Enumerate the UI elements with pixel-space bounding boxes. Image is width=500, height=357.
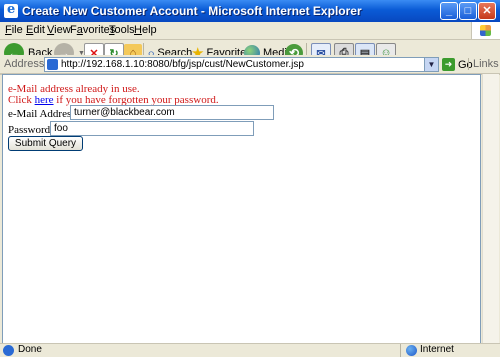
window-title: Create New Customer Account - Microsoft … — [22, 4, 362, 18]
address-url: http://192.168.1.10:8080/bfg/jsp/cust/Ne… — [61, 59, 304, 70]
status-bar: Done Internet — [0, 343, 500, 357]
page-content: e-Mail address already in use. Click her… — [2, 74, 481, 344]
windows-logo — [471, 22, 500, 39]
title-bar: Create New Customer Account - Microsoft … — [0, 0, 500, 22]
security-zone: Internet — [420, 344, 454, 355]
minimize-button[interactable]: _ — [440, 2, 458, 20]
password-label: Password: — [8, 124, 54, 136]
status-separator — [400, 344, 401, 357]
menu-edit[interactable]: Edit — [26, 24, 45, 36]
page-done-icon — [3, 345, 14, 356]
menu-tools[interactable]: Tools — [109, 24, 135, 36]
email-label: e-Mail Address: — [8, 108, 79, 120]
close-button[interactable]: ✕ — [478, 2, 496, 20]
maximize-button[interactable]: □ — [459, 2, 477, 20]
address-bar: Address http://192.168.1.10:8080/bfg/jsp… — [0, 55, 500, 74]
address-label: Address — [4, 58, 45, 70]
submit-query-button[interactable]: Submit Query — [8, 136, 83, 151]
globe-icon — [406, 345, 417, 356]
ie-icon — [4, 2, 18, 18]
links-button[interactable]: Links — [468, 58, 499, 70]
chevron-down-icon[interactable]: ▼ — [424, 58, 438, 71]
forgot-password-link[interactable]: here — [35, 94, 54, 106]
status-text: Done — [18, 344, 42, 355]
address-input[interactable]: http://192.168.1.10:8080/bfg/jsp/cust/Ne… — [44, 57, 439, 72]
email-field[interactable] — [70, 105, 274, 120]
go-arrow-icon: ➜ — [442, 58, 455, 71]
vertical-scrollbar[interactable] — [482, 74, 499, 344]
menu-bar: File Edit View Favorites Tools Help — [0, 22, 500, 40]
page-icon — [47, 59, 58, 70]
menu-view[interactable]: View — [47, 24, 71, 36]
menu-help[interactable]: Help — [134, 24, 157, 36]
password-field[interactable] — [50, 121, 254, 136]
menu-file[interactable]: File — [5, 24, 23, 36]
